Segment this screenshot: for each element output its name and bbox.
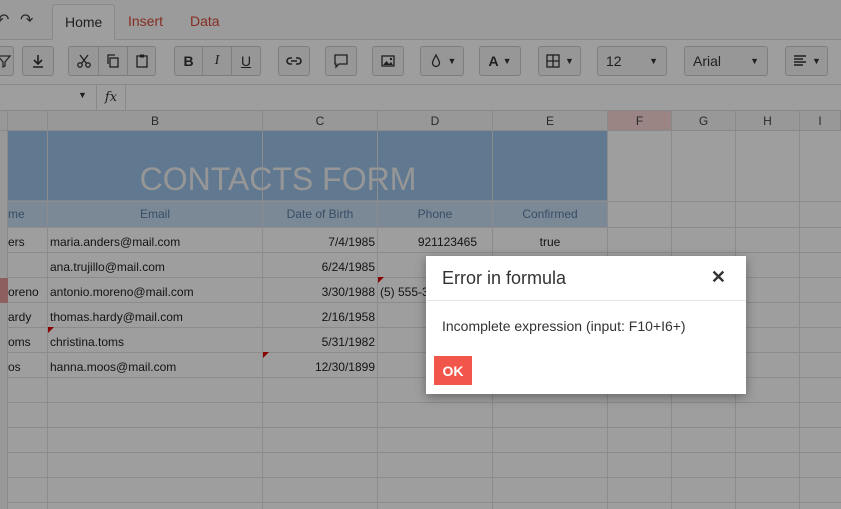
error-dialog: Error in formula ✕ Incomplete expression…: [426, 256, 746, 394]
dialog-header: Error in formula ✕: [426, 256, 746, 301]
dialog-title: Error in formula: [442, 268, 567, 288]
dialog-message: Incomplete expression (input: F10+I6+): [442, 318, 686, 334]
ok-button[interactable]: OK: [434, 356, 472, 385]
close-icon[interactable]: ✕: [711, 267, 726, 288]
modal-overlay[interactable]: [0, 0, 841, 509]
